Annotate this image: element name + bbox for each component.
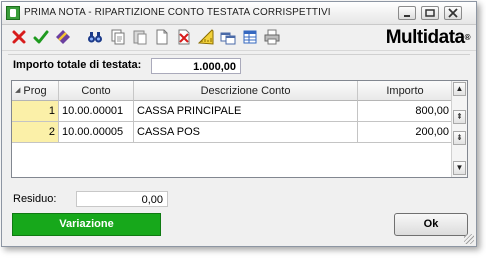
row-conto-cell[interactable]: 10.00.00005 [59,122,134,143]
window-title: PRIMA NOTA - RIPARTIZIONE CONTO TESTATA … [24,7,331,18]
column-header-conto[interactable]: Conto [59,81,134,101]
table-icon [243,30,257,44]
vertical-scrollbar[interactable]: ▲ ⇞ ⇟ ▼ [451,81,467,177]
edit-icon [56,30,70,44]
title-bar[interactable]: PRIMA NOTA - RIPARTIZIONE CONTO TESTATA … [2,2,476,25]
arrow-down-icon: ▼ [455,163,464,172]
print-button[interactable] [262,27,282,47]
cancel-document-button[interactable] [174,27,194,47]
minimize-icon [404,15,410,17]
new-document-icon [156,29,168,45]
ripartizione-grid[interactable]: ◢ Prog Conto Descrizione Conto Importo 1… [11,80,468,178]
row-prog-cell[interactable]: 2 [12,122,59,143]
resize-grip-icon[interactable] [464,234,474,244]
print-icon [264,29,280,45]
residuo-field[interactable]: 0,00 [76,191,168,207]
close-button[interactable] [444,6,462,20]
row-descrizione-cell[interactable]: CASSA PRINCIPALE [134,101,358,122]
dialog-window: PRIMA NOTA - RIPARTIZIONE CONTO TESTATA … [1,1,477,247]
multidata-logo: Multidata® [385,27,471,48]
column-header-importo[interactable]: Importo [358,81,453,101]
paste-button[interactable] [130,27,150,47]
new-document-button[interactable] [152,27,172,47]
cancel-document-icon [178,29,190,45]
ruler-button[interactable] [196,27,216,47]
minimize-button[interactable] [398,6,416,20]
scroll-page-down-button[interactable]: ⇟ [453,131,466,145]
binoculars-search-icon [88,32,102,43]
paste-icon [133,30,147,45]
row-importo-cell[interactable]: 200,00 [358,122,453,143]
confirm-button[interactable] [31,27,51,47]
variazione-button[interactable]: Variazione [12,213,161,236]
toolbar-divider [8,54,470,55]
search-button[interactable] [85,27,105,47]
table-button[interactable] [240,27,260,47]
app-icon [6,6,20,20]
scroll-bottom-button[interactable]: ▼ [453,161,466,175]
delete-button[interactable] [9,27,29,47]
windows-button[interactable] [218,27,238,47]
residuo-label: Residuo: [13,193,57,205]
edit-button[interactable] [53,27,73,47]
delete-icon [12,30,26,44]
copy-document-icon [111,29,125,45]
row-conto-cell[interactable]: 10.00.00001 [59,101,134,122]
copy-button[interactable] [108,27,128,47]
confirm-check-icon [33,30,49,44]
importo-totale-label: Importo totale di testata: [13,59,142,71]
column-header-prog[interactable]: ◢ Prog [12,81,59,101]
ruler-icon [198,29,214,45]
column-header-descrizione[interactable]: Descrizione Conto [134,81,358,101]
select-all-arrow-icon: ◢ [15,87,21,94]
close-icon [448,8,458,18]
column-header-label: Prog [23,85,47,97]
windows-icon [220,32,236,45]
row-descrizione-cell[interactable]: CASSA POS [134,122,358,143]
importo-totale-field[interactable]: 1.000,00 [151,58,241,74]
scroll-page-up-button[interactable]: ⇞ [453,110,466,124]
restore-button[interactable] [421,6,439,20]
row-importo-cell[interactable]: 800,00 [358,101,453,122]
double-arrow-down-icon: ⇟ [456,133,463,142]
row-prog-cell[interactable]: 1 [12,101,59,122]
ok-button[interactable]: Ok [394,213,468,236]
scroll-top-button[interactable]: ▲ [453,82,466,96]
arrow-up-icon: ▲ [455,84,464,93]
double-arrow-up-icon: ⇞ [456,112,463,121]
restore-icon [425,9,435,17]
